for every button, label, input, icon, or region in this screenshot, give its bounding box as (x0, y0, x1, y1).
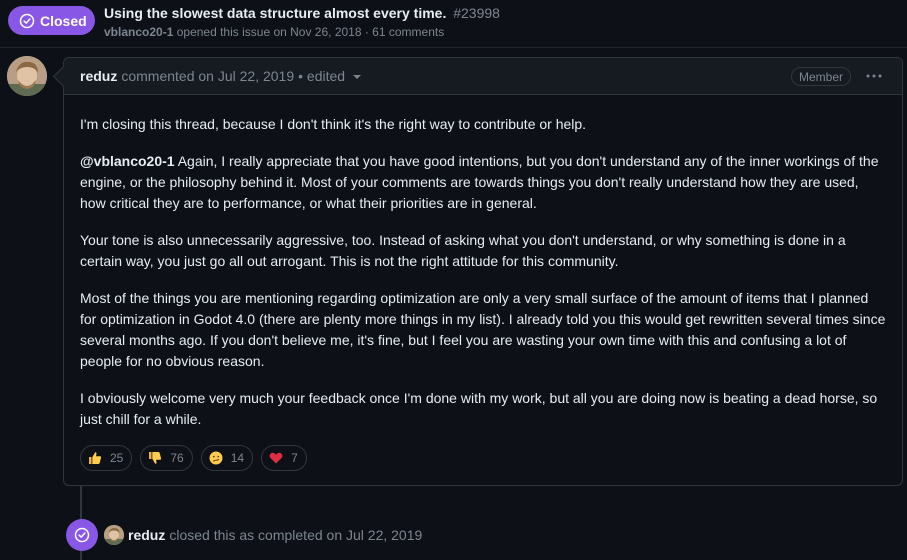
event-text: closed this as completed on Jul 22, 2019 (169, 527, 423, 543)
edited-dropdown[interactable]: • edited (298, 68, 362, 84)
comment: reduz commented on Jul 22, 2019 • edited… (63, 57, 903, 486)
comment-paragraph: I obviously welcome very much your feedb… (80, 390, 878, 427)
reactions-bar: 25 76 14 7 (80, 445, 307, 471)
issue-state-badge: Closed (8, 6, 95, 35)
confused-icon (209, 451, 223, 465)
heart-icon (269, 451, 283, 465)
avatar[interactable] (7, 56, 47, 96)
issue-number: #23998 (453, 5, 500, 21)
member-badge: Member (791, 67, 852, 86)
comment-header: reduz commented on Jul 22, 2019 • edited… (64, 58, 902, 95)
issue-title-line: Using the slowest data structure almost … (104, 5, 500, 21)
issue-state-label: Closed (40, 12, 87, 29)
event-actor-link[interactable]: reduz (128, 527, 165, 543)
comment-paragraph-text: Again, I really appreciate that you have… (80, 153, 879, 211)
thumbs-up-icon (88, 451, 102, 465)
reaction-count: 14 (230, 451, 245, 465)
issue-closed-icon (66, 519, 98, 551)
avatar[interactable] (104, 525, 124, 545)
comment-paragraph: Your tone is also unnecessarily aggressi… (80, 232, 846, 269)
comment-timestamp[interactable]: commented on Jul 22, 2019 (121, 68, 294, 84)
issue-header: Closed Using the slowest data structure … (0, 0, 907, 48)
reaction-heart[interactable]: 7 (261, 445, 307, 471)
issue-meta: vblanco20-1 opened this issue on Nov 26,… (104, 25, 444, 39)
comment-body: I'm closing this thread, because I don't… (64, 95, 902, 430)
issue-meta-text: opened this issue on Nov 26, 2018 · 61 c… (176, 25, 445, 39)
closed-event: reduz closed this as completed on Jul 22… (66, 519, 422, 551)
comment-author-link[interactable]: reduz (80, 68, 117, 84)
reaction-count: 25 (110, 451, 124, 465)
reaction-count: 7 (291, 451, 298, 465)
kebab-menu-icon[interactable] (864, 67, 884, 85)
reaction-count: 76 (170, 451, 184, 465)
reaction-thumbs-down[interactable]: 76 (140, 445, 193, 471)
edited-label: • edited (298, 68, 346, 84)
reaction-thumbs-up[interactable]: 25 (80, 445, 133, 471)
comment-paragraph: Most of the things you are mentioning re… (80, 290, 886, 369)
thumbs-down-icon (148, 451, 162, 465)
comment-paragraph: @vblanco20-1 Again, I really appreciate … (80, 151, 886, 214)
issue-closed-icon (19, 13, 35, 29)
user-mention-link[interactable]: @vblanco20-1 (80, 153, 175, 169)
reaction-confused[interactable]: 14 (200, 445, 254, 471)
issue-title[interactable]: Using the slowest data structure almost … (104, 5, 446, 21)
comment-paragraph: I'm closing this thread, because I don't… (80, 116, 587, 132)
chevron-down-icon (353, 75, 362, 79)
issue-author-link[interactable]: vblanco20-1 (104, 25, 173, 39)
